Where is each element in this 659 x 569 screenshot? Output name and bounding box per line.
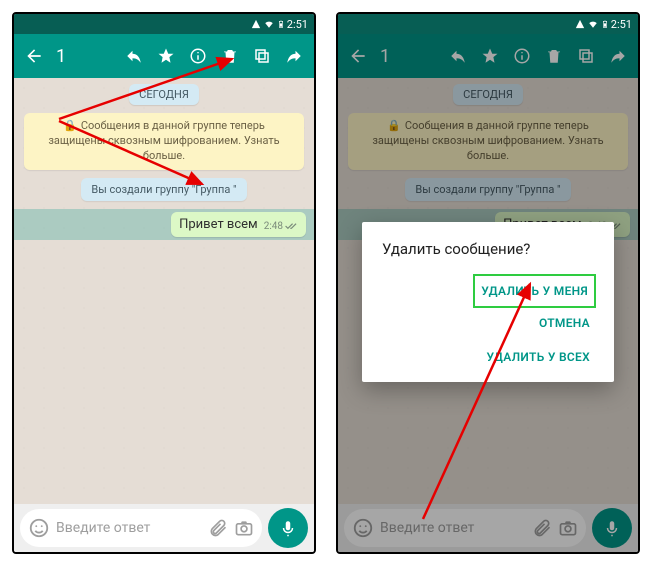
status-bar: 2:51 bbox=[338, 14, 638, 34]
message-input[interactable]: Введите ответ bbox=[20, 509, 262, 547]
lock-icon: 🔒 bbox=[63, 119, 77, 132]
phone-left: 2:51 1 СЕГОДНЯ 🔒Сообщения в данной групп… bbox=[12, 12, 316, 554]
delete-for-me-button[interactable]: УДАЛИТЬ У МЕНЯ bbox=[475, 276, 594, 306]
message-time: 2:48 bbox=[264, 221, 283, 232]
star-icon bbox=[157, 47, 175, 65]
reply-icon bbox=[125, 47, 143, 65]
message-text: Привет всем bbox=[179, 217, 258, 232]
status-bar: 2:51 bbox=[14, 14, 314, 34]
delete-for-all-button[interactable]: УДАЛИТЬ У ВСЕХ bbox=[482, 340, 594, 374]
back-button[interactable] bbox=[20, 42, 48, 70]
system-message: Вы создали группу "Группа " bbox=[81, 178, 246, 201]
encryption-notice[interactable]: 🔒Сообщения в данной группе теперь защище… bbox=[24, 113, 304, 170]
chat-body: СЕГОДНЯ 🔒Сообщения в данной группе тепер… bbox=[14, 78, 314, 504]
attach-icon[interactable] bbox=[208, 518, 228, 538]
message-row-selected[interactable]: Привет всем 2:48 bbox=[14, 209, 314, 240]
selection-count: 1 bbox=[56, 46, 66, 67]
forward-icon bbox=[285, 47, 303, 65]
voice-button[interactable] bbox=[268, 508, 308, 548]
double-check-icon bbox=[285, 221, 299, 231]
emoji-icon[interactable] bbox=[28, 517, 50, 539]
signal-icon bbox=[251, 19, 261, 29]
battery-icon bbox=[601, 18, 609, 30]
copy-button[interactable] bbox=[248, 42, 276, 70]
wifi-icon bbox=[263, 19, 275, 29]
cancel-button[interactable]: ОТМЕНА bbox=[535, 306, 594, 340]
input-bar: Введите ответ bbox=[14, 504, 314, 552]
date-chip: СЕГОДНЯ bbox=[129, 84, 199, 105]
delete-button[interactable] bbox=[216, 42, 244, 70]
delete-dialog: Удалить сообщение? УДАЛИТЬ У МЕНЯ ОТМЕНА… bbox=[362, 222, 614, 382]
forward-button[interactable] bbox=[280, 42, 308, 70]
star-button[interactable] bbox=[152, 42, 180, 70]
info-icon bbox=[189, 47, 207, 65]
selection-appbar: 1 bbox=[14, 34, 314, 78]
battery-icon bbox=[277, 18, 285, 30]
phone-right: 2:51 1 СЕГОДНЯ 🔒Сообщения в данной групп… bbox=[336, 12, 640, 554]
mic-icon bbox=[279, 519, 297, 537]
camera-icon[interactable] bbox=[234, 518, 254, 538]
dialog-title: Удалить сообщение? bbox=[382, 240, 594, 258]
info-button[interactable] bbox=[184, 42, 212, 70]
arrow-back-icon bbox=[24, 46, 44, 66]
signal-icon bbox=[575, 19, 585, 29]
reply-button[interactable] bbox=[120, 42, 148, 70]
input-placeholder: Введите ответ bbox=[56, 520, 202, 536]
encryption-text: Сообщения в данной группе теперь защищен… bbox=[48, 119, 279, 162]
wifi-icon bbox=[587, 19, 599, 29]
status-time: 2:51 bbox=[611, 18, 632, 31]
message-bubble: Привет всем 2:48 bbox=[171, 212, 306, 237]
copy-icon bbox=[253, 47, 271, 65]
trash-icon bbox=[221, 47, 239, 65]
status-time: 2:51 bbox=[287, 18, 308, 31]
